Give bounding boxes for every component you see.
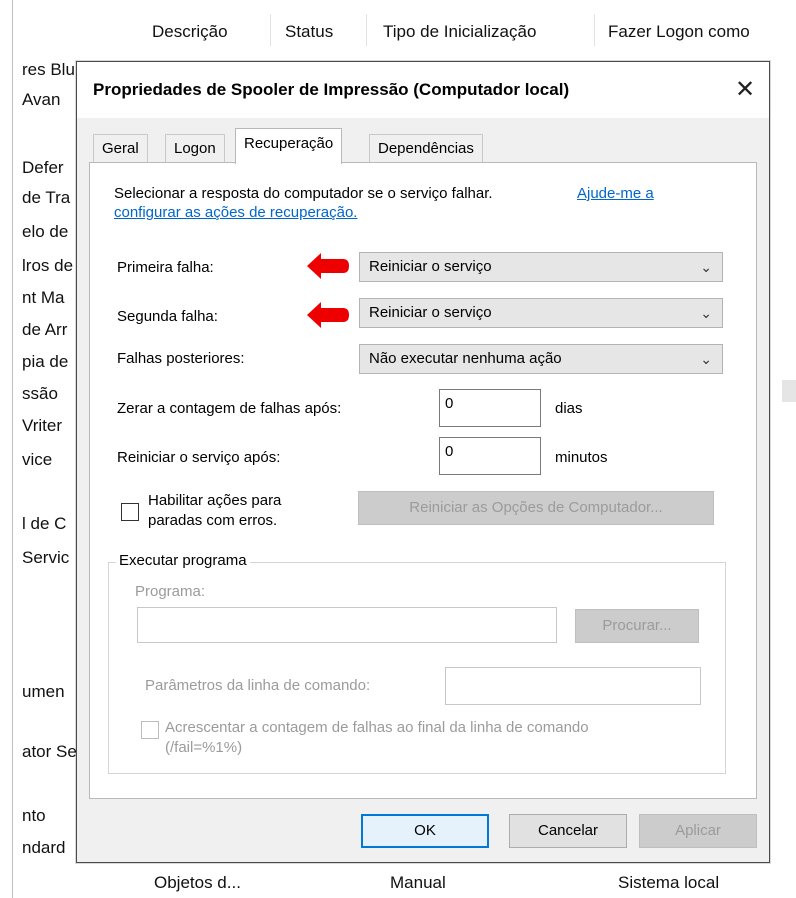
service-row-name[interactable]: elo de — [22, 222, 82, 242]
reset-count-unit: dias — [555, 400, 583, 417]
service-row-log-on-as[interactable]: Sistema local — [618, 873, 719, 893]
run-program-group-label: Executar programa — [116, 552, 250, 569]
chevron-down-icon: ⌄ — [700, 305, 712, 321]
help-link[interactable]: Ajude-me a — [577, 185, 654, 202]
ok-button[interactable]: OK — [361, 814, 489, 848]
reset-count-label: Zerar a contagem de falhas após: — [117, 400, 342, 417]
service-row-name[interactable]: l de C — [22, 514, 82, 534]
service-row-name[interactable]: de Arr — [22, 320, 82, 340]
column-startup-type[interactable]: Tipo de Inicialização — [383, 22, 536, 42]
second-failure-label: Segunda falha: — [117, 308, 218, 325]
program-label: Programa: — [135, 583, 206, 600]
subsequent-failures-dropdown[interactable]: Não executar nenhuma ação ⌄ — [359, 344, 723, 374]
service-row-description[interactable]: Objetos d... — [154, 873, 241, 893]
service-row-name[interactable]: Servic — [22, 548, 82, 568]
column-separator — [366, 14, 367, 46]
append-fail-count-label: Acrescentar a contagem de falhas ao fina… — [165, 719, 589, 736]
reset-count-input[interactable]: 0 — [439, 389, 541, 427]
browse-button[interactable]: Procurar... — [575, 609, 699, 643]
first-failure-value: Reiniciar o serviço — [369, 258, 492, 275]
service-row-name[interactable]: de Tra — [22, 188, 82, 208]
second-failure-value: Reiniciar o serviço — [369, 304, 492, 321]
restart-after-label: Reiniciar o serviço após: — [117, 449, 281, 466]
service-row-name[interactable]: lros de — [22, 256, 82, 276]
help-link-continued[interactable]: configurar as ações de recuperação. — [114, 204, 357, 221]
first-failure-dropdown[interactable]: Reiniciar o serviço ⌄ — [359, 252, 723, 282]
service-row-name[interactable]: umen — [22, 682, 82, 702]
window-edge — [12, 0, 13, 898]
tab-general[interactable]: Geral — [93, 134, 148, 163]
service-row-name[interactable]: res Blu — [22, 60, 82, 80]
column-separator — [594, 14, 595, 46]
enable-actions-label: Habilitar ações para — [148, 492, 282, 509]
services-list-header: Descrição Status Tipo de Inicialização F… — [0, 0, 796, 48]
service-properties-dialog: Propriedades de Spooler de Impressão (Co… — [76, 61, 770, 863]
tab-logon[interactable]: Logon — [165, 134, 225, 163]
service-row-name[interactable]: vice — [22, 450, 82, 470]
second-failure-dropdown[interactable]: Reiniciar o serviço ⌄ — [359, 298, 723, 328]
chevron-down-icon: ⌄ — [700, 259, 712, 275]
service-row-name[interactable]: Avan — [22, 90, 82, 110]
enable-actions-label-continued: paradas com erros. — [148, 512, 278, 529]
enable-actions-checkbox[interactable] — [121, 503, 139, 521]
service-row-name[interactable]: pia de — [22, 352, 82, 372]
intro-text: Selecionar a resposta do computador se o… — [114, 185, 493, 202]
program-input[interactable] — [137, 607, 557, 643]
service-row-name[interactable]: nt Ma — [22, 288, 82, 308]
service-row-name[interactable]: ssão — [22, 384, 82, 404]
service-row-startup-type[interactable]: Manual — [390, 873, 446, 893]
append-fail-count-label-continued: (/fail=%1%) — [165, 739, 243, 756]
command-params-input[interactable] — [445, 667, 701, 705]
cancel-button[interactable]: Cancelar — [509, 814, 627, 848]
subsequent-failures-label: Falhas posteriores: — [117, 350, 245, 367]
tab-dependencies[interactable]: Dependências — [369, 134, 483, 163]
service-row-name[interactable]: nto — [22, 806, 82, 826]
close-icon[interactable]: ✕ — [729, 74, 761, 106]
subsequent-failures-value: Não executar nenhuma ação — [369, 350, 562, 367]
service-row-name[interactable]: Defer — [22, 158, 82, 178]
service-row-name[interactable]: ator Se — [22, 742, 82, 762]
column-log-on-as[interactable]: Fazer Logon como — [608, 22, 750, 42]
command-params-label: Parâmetros da linha de comando: — [145, 677, 371, 694]
column-description[interactable]: Descrição — [152, 22, 228, 42]
first-failure-label: Primeira falha: — [117, 259, 214, 276]
dialog-title: Propriedades de Spooler de Impressão (Co… — [93, 80, 570, 99]
restart-after-input[interactable]: 0 — [439, 437, 541, 475]
service-row-name[interactable]: Vriter — [22, 416, 82, 436]
annotation-arrow-icon — [307, 302, 349, 328]
restart-computer-options-button[interactable]: Reiniciar as Opções de Computador... — [358, 491, 714, 525]
service-row-name[interactable]: ndard — [22, 838, 82, 858]
append-fail-count-checkbox[interactable] — [141, 721, 159, 739]
chevron-down-icon: ⌄ — [700, 351, 712, 367]
column-status[interactable]: Status — [285, 22, 333, 42]
selected-row-highlight — [782, 380, 796, 402]
annotation-arrow-icon — [307, 253, 349, 279]
apply-button[interactable]: Aplicar — [639, 814, 757, 848]
restart-after-unit: minutos — [555, 449, 608, 466]
column-separator — [270, 14, 271, 46]
tab-recovery[interactable]: Recuperação — [235, 128, 343, 164]
dialog-titlebar[interactable]: Propriedades de Spooler de Impressão (Co… — [77, 62, 769, 118]
